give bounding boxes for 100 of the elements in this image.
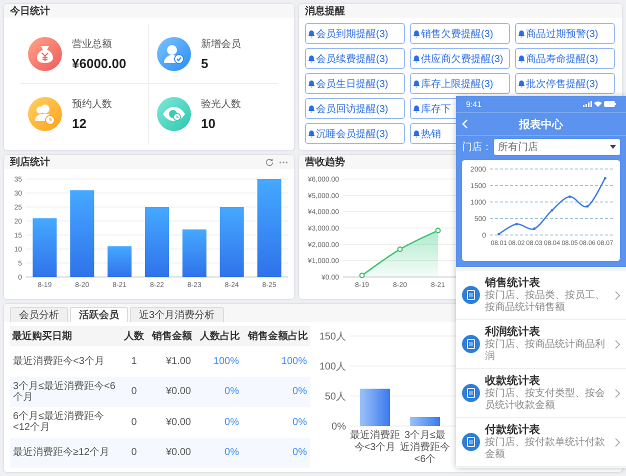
reminder-button[interactable]: 热销 <box>410 123 456 144</box>
reminder-button[interactable]: 库存下 <box>410 98 456 119</box>
bar <box>360 388 390 426</box>
reminder-button[interactable]: 会员续费提醒(3) <box>305 48 405 69</box>
stat-value: 5 <box>201 56 210 70</box>
table-cell: ¥0.00 <box>148 407 194 438</box>
data-point <box>568 195 572 198</box>
reminder-button[interactable]: 供应商欠费提醒(3) <box>410 48 510 69</box>
users-clock-icon <box>28 97 62 131</box>
reminder-button[interactable]: 会员到期提醒(3) <box>305 23 405 44</box>
table-cell: ¥0.00 <box>148 376 194 407</box>
document-icon <box>462 384 480 402</box>
reminder-button[interactable]: 销售欠费提醒(3) <box>410 23 510 44</box>
reminder-button[interactable]: 会员回访提醒(3) <box>305 98 405 119</box>
table-cell: ¥0.00 <box>148 438 194 468</box>
back-icon[interactable] <box>462 119 468 129</box>
stat-value: 10 <box>201 116 216 131</box>
bell-icon <box>413 80 420 88</box>
table-cell: 100% <box>242 346 310 376</box>
data-point <box>532 227 536 230</box>
table-cell: 最近消费距今≥12个月 <box>10 438 120 468</box>
bell-icon <box>413 30 420 38</box>
reminder-button[interactable]: 商品过期预警(3) <box>515 23 615 44</box>
reminder-button[interactable]: 批次停售提醒(3) <box>515 73 615 94</box>
panel-title: 今日统计 <box>10 4 50 18</box>
data-point <box>515 222 518 226</box>
wifi-icon <box>594 101 602 107</box>
data-point <box>397 246 403 252</box>
report-description: 按门店、按品类、按员工、按商品统计销售额 <box>485 290 606 314</box>
tab[interactable]: 会员分析 <box>10 307 68 322</box>
table-cell: 0% <box>242 407 310 438</box>
bell-icon <box>413 54 420 62</box>
document-icon <box>462 286 480 304</box>
stat-label: 营业总额 <box>72 38 113 50</box>
panel-title: 到店统计 <box>10 155 50 169</box>
bell-icon <box>518 80 525 88</box>
column-header: 最近购买日期 <box>10 326 120 346</box>
chevron-icon <box>615 438 620 446</box>
stat-label: 新增会员 <box>201 38 241 50</box>
reminder-button[interactable]: 沉睡会员提醒(3) <box>305 123 405 144</box>
axis-label: 50人 <box>324 392 346 402</box>
bar <box>182 229 206 277</box>
bar <box>410 417 440 426</box>
tab[interactable]: 近3个月消费分析 <box>130 307 224 322</box>
report-title: 收款统计表 <box>485 374 541 388</box>
data-point <box>586 205 589 208</box>
data-point <box>498 232 500 236</box>
data-point <box>550 208 554 212</box>
report-title: 付款统计表 <box>485 423 541 436</box>
bar <box>145 207 169 277</box>
bell-icon <box>308 80 315 88</box>
table-cell: 最近消费距今<3个月 <box>10 346 120 376</box>
tab[interactable]: 活跃会员 <box>70 307 128 322</box>
axis-label: 100人 <box>319 362 346 372</box>
battery-icon <box>604 101 616 107</box>
table-cell: 100% <box>194 346 242 376</box>
bar <box>108 246 132 277</box>
reminder-button[interactable]: 库存上限提醒(3) <box>410 73 510 94</box>
report-item[interactable]: 利润统计表 按门店、按商品统计商品利润 <box>456 320 626 369</box>
table-cell: 1 <box>120 346 148 376</box>
reminder-button[interactable]: 会员生日提醒(3) <box>305 73 405 94</box>
document-icon <box>462 433 480 451</box>
bell-icon <box>308 30 315 38</box>
table-cell: 0 <box>120 376 148 407</box>
data-point <box>604 176 606 180</box>
caret-icon <box>610 145 616 149</box>
report-item[interactable]: 付款统计表 按门店、按付款单统计付款金额 <box>456 418 626 467</box>
bar <box>220 207 244 277</box>
document-icon <box>462 335 480 353</box>
chevron-icon <box>615 388 620 398</box>
bell-icon <box>413 130 420 138</box>
bell-icon <box>308 54 315 62</box>
store-dropdown[interactable]: 所有门店 <box>494 139 620 155</box>
refresh-icon[interactable] <box>265 158 274 166</box>
table-cell: 0% <box>194 438 242 468</box>
screen-title: 报表中心 <box>519 118 563 132</box>
column-header: 销售金额占比 <box>242 326 310 346</box>
column-header: 销售金额 <box>148 326 194 346</box>
eye-icon <box>157 97 191 131</box>
report-description: 按门店、按付款单统计付款金额 <box>485 437 606 461</box>
table-cell: 0% <box>194 376 242 407</box>
axis-label: 0% <box>332 422 346 432</box>
bell-icon <box>308 104 315 112</box>
report-description: 按门店、按商品统计商品利润 <box>485 339 606 363</box>
chevron-icon <box>615 340 620 348</box>
panel-title: 营收趋势 <box>305 156 345 169</box>
stat-value: ¥6000.00 <box>72 56 126 70</box>
bell-icon <box>518 54 525 62</box>
report-item[interactable]: 收款统计表 按门店、按支付类型、按会员统计收款金额 <box>456 369 626 418</box>
reminder-button[interactable]: 商品寿命提醒(3) <box>515 48 615 69</box>
signal-icon <box>583 101 592 107</box>
stat-label: 验光人数 <box>201 98 241 111</box>
column-header: 人数占比 <box>194 326 242 346</box>
stat-label: 预约人数 <box>72 98 112 111</box>
report-title: 利润统计表 <box>485 325 541 338</box>
table-cell: 0 <box>120 438 148 468</box>
report-item[interactable]: 销售统计表 按门店、按品类、按员工、按商品统计销售额 <box>456 271 626 320</box>
report-title: 销售统计表 <box>485 276 541 290</box>
field-label: 门店： <box>462 140 492 154</box>
chevron-icon <box>615 290 620 300</box>
